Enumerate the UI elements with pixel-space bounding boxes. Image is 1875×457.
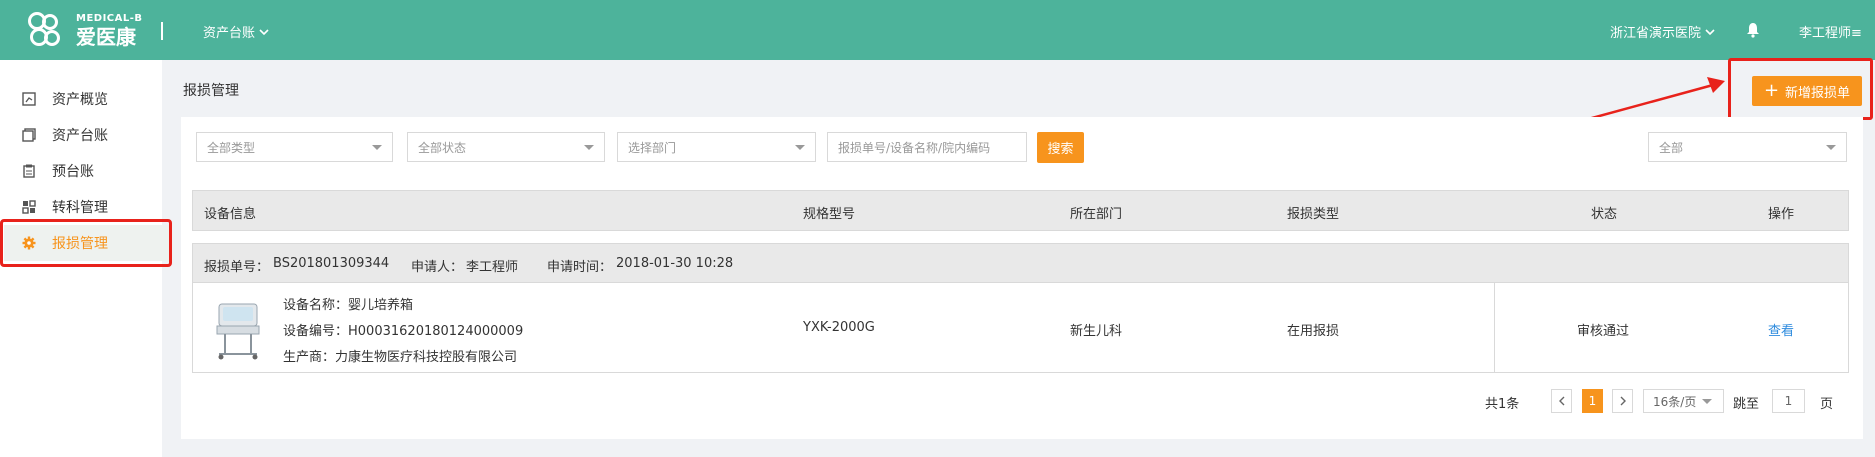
- device-code-line: 设备编号：H00031620180124000009: [283, 320, 523, 339]
- chevron-right-icon: [1620, 396, 1626, 406]
- caret-down-icon: [795, 145, 805, 150]
- caret-down-icon: [1702, 398, 1713, 404]
- device-name: 婴儿培养箱: [348, 298, 414, 313]
- device-code: H00031620180124000009: [348, 324, 524, 339]
- ledger-icon: [22, 128, 36, 142]
- chevron-down-icon: [1705, 28, 1715, 35]
- page-unit-label: 页: [1820, 397, 1834, 412]
- hospital-label: 浙江省演示医院: [1610, 26, 1702, 41]
- order-header: 报损单号： BS201801309344 申请人： 李工程师 申请时间： 201…: [193, 244, 1848, 283]
- transfer-icon: [22, 200, 36, 214]
- search-input[interactable]: 报损单号/设备名称/院内编码: [827, 132, 1027, 162]
- bell-icon[interactable]: [1746, 22, 1760, 38]
- logo-en-text: MEDICAL-B: [76, 12, 143, 24]
- jump-label: 跳至: [1733, 397, 1760, 412]
- device-name-line: 设备名称：婴儿培养箱: [283, 294, 413, 313]
- sidebar-item-label: 资产台账: [52, 128, 108, 144]
- model-cell: YXK-2000G: [803, 320, 875, 335]
- user-menu[interactable]: 李工程师≡: [1799, 22, 1862, 41]
- device-code-label: 设备编号：: [283, 324, 349, 339]
- apply-time-label: 申请时间：: [547, 260, 613, 275]
- top-bar: MEDICAL-B 爱医康 资产台账 浙江省演示医院 李工程师≡: [0, 0, 1875, 60]
- type-select-value: 全部类型: [207, 140, 256, 155]
- annotation-highlight-box: [0, 219, 172, 267]
- prev-page-button[interactable]: [1551, 389, 1572, 413]
- sidebar-item-label: 资产概览: [52, 92, 108, 108]
- department-select-value: 选择部门: [628, 140, 677, 155]
- search-button[interactable]: 搜索: [1037, 132, 1084, 163]
- column-header: 规格型号: [803, 207, 856, 222]
- applicant-label: 申请人：: [411, 260, 464, 275]
- applicant: 李工程师: [466, 260, 519, 275]
- maker-line: 生产商：力康生物医疗科技控股有限公司: [283, 346, 517, 365]
- user-name: 李工程师: [1799, 26, 1852, 41]
- type-select[interactable]: 全部类型: [196, 132, 393, 162]
- apply-time: 2018-01-30 10:28: [616, 256, 734, 271]
- annotation-highlight-box: [1728, 58, 1873, 120]
- nav-menu-asset-ledger[interactable]: 资产台账: [203, 22, 269, 41]
- column-header: 操作: [1768, 207, 1795, 222]
- menu-icon: ≡: [1851, 26, 1862, 41]
- column-header: 所在部门: [1070, 207, 1123, 222]
- table-header: 设备信息 规格型号 所在部门 报损类型 状态 操作: [192, 190, 1849, 231]
- logo-mark-icon: [26, 10, 70, 50]
- device-name-label: 设备名称：: [283, 298, 349, 313]
- chevron-down-icon: [259, 28, 269, 35]
- department-select[interactable]: 选择部门: [617, 132, 816, 162]
- header-divider: [161, 22, 163, 40]
- column-header: 状态: [1591, 207, 1618, 222]
- view-link[interactable]: 查看: [1768, 320, 1794, 339]
- sidebar-item-label: 转科管理: [52, 200, 108, 216]
- search-placeholder: 报损单号/设备名称/院内编码: [838, 140, 991, 155]
- caret-down-icon: [372, 145, 382, 150]
- sidebar-item-overview[interactable]: 资产概览: [0, 81, 162, 117]
- maker: 力康生物医疗科技控股有限公司: [335, 350, 518, 365]
- jump-input[interactable]: 1: [1772, 389, 1805, 413]
- nav-menu-label: 资产台账: [203, 26, 256, 41]
- caret-down-icon: [1826, 145, 1836, 150]
- chevron-left-icon: [1558, 396, 1564, 406]
- page-button-current[interactable]: 1: [1582, 389, 1603, 413]
- status-select[interactable]: 全部状态: [407, 132, 605, 162]
- status-cell: 审核通过: [1577, 324, 1630, 339]
- column-divider: [1494, 283, 1495, 372]
- device-thumbnail: [216, 303, 260, 360]
- column-header: 报损类型: [1287, 207, 1340, 222]
- order-no: BS201801309344: [273, 256, 390, 271]
- department-cell: 新生儿科: [1070, 324, 1123, 339]
- hospital-selector[interactable]: 浙江省演示医院: [1610, 22, 1715, 41]
- column-header: 设备信息: [204, 207, 257, 222]
- logo-cn-text: 爱医康: [76, 24, 136, 49]
- total-count: 共1条: [1485, 397, 1520, 412]
- status-select-value: 全部状态: [418, 140, 467, 155]
- table-row-group: 报损单号： BS201801309344 申请人： 李工程师 申请时间： 201…: [192, 243, 1849, 373]
- sidebar-item-pre-ledger[interactable]: 预台账: [0, 153, 162, 189]
- overview-icon: [22, 92, 36, 106]
- page-size-value: 16条/页: [1653, 394, 1697, 409]
- order-no-label: 报损单号：: [204, 260, 270, 275]
- pre-ledger-icon: [23, 164, 35, 178]
- scope-select-value: 全部: [1659, 140, 1684, 155]
- damage-type-cell: 在用报损: [1287, 324, 1340, 339]
- caret-down-icon: [584, 145, 594, 150]
- maker-label: 生产商：: [283, 350, 336, 365]
- next-page-button[interactable]: [1612, 389, 1633, 413]
- sidebar-item-ledger[interactable]: 资产台账: [0, 117, 162, 153]
- logo[interactable]: MEDICAL-B 爱医康: [26, 10, 143, 50]
- page-title: 报损管理: [183, 83, 239, 99]
- scope-select[interactable]: 全部: [1648, 132, 1847, 162]
- page-size-select[interactable]: 16条/页: [1643, 389, 1724, 413]
- sidebar-item-label: 预台账: [52, 164, 94, 180]
